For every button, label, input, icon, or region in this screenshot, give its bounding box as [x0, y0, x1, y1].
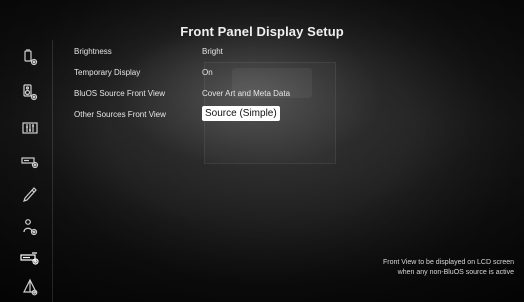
equalizer-icon — [22, 122, 38, 134]
setting-row-temporary-display[interactable]: Temporary Display On — [74, 65, 374, 86]
sidebar-item-pen[interactable] — [10, 180, 50, 210]
sidebar-divider — [52, 40, 53, 302]
setting-value[interactable]: Bright — [202, 47, 223, 56]
help-text-line: when any non-BluOS source is active — [397, 269, 514, 276]
help-text-line: Front View to be displayed on LCD screen — [383, 259, 514, 266]
page-title: Front Panel Display Setup — [180, 24, 344, 39]
setting-row-bluos-source-front-view[interactable]: BluOS Source Front View Cover Art and Me… — [74, 86, 374, 107]
setting-row-other-sources-front-view[interactable]: Other Sources Front View Source (Simple) — [74, 106, 374, 128]
settings-list: Brightness Bright Temporary Display On B… — [74, 44, 374, 128]
person-gear-icon — [23, 219, 38, 236]
receiver-gear-icon — [21, 157, 39, 169]
amp-gear-icon — [24, 49, 38, 66]
sidebar-item-person-gear[interactable] — [10, 212, 50, 242]
sidebar-item-amp-gear[interactable] — [10, 42, 50, 72]
front-panel-gear-icon — [20, 252, 39, 265]
sidebar-item-speaker-gear[interactable] — [10, 77, 50, 107]
help-text: Front View to be displayed on LCD screen… — [294, 258, 514, 278]
sidebar-item-equalizer[interactable] — [10, 113, 50, 143]
setting-label: Temporary Display — [74, 68, 141, 77]
sidebar-item-receiver-gear[interactable] — [10, 146, 50, 176]
pen-icon — [23, 187, 37, 202]
screen: Front Panel Display Setup Brightness Bri… — [0, 0, 524, 302]
setting-value[interactable]: Cover Art and Meta Data — [202, 89, 290, 98]
setting-value[interactable]: On — [202, 68, 213, 77]
setting-row-brightness[interactable]: Brightness Bright — [74, 44, 374, 65]
setting-label: BluOS Source Front View — [74, 89, 166, 98]
sidebar-item-front-panel-gear[interactable] — [10, 243, 50, 273]
network-gear-icon — [23, 278, 38, 296]
setting-label: Brightness — [74, 47, 112, 56]
sidebar-item-network-gear[interactable] — [10, 272, 50, 302]
sidebar — [10, 40, 50, 302]
speaker-gear-icon — [23, 84, 38, 101]
setting-label: Other Sources Front View — [74, 110, 166, 119]
setting-value-selected[interactable]: Source (Simple) — [202, 106, 280, 121]
